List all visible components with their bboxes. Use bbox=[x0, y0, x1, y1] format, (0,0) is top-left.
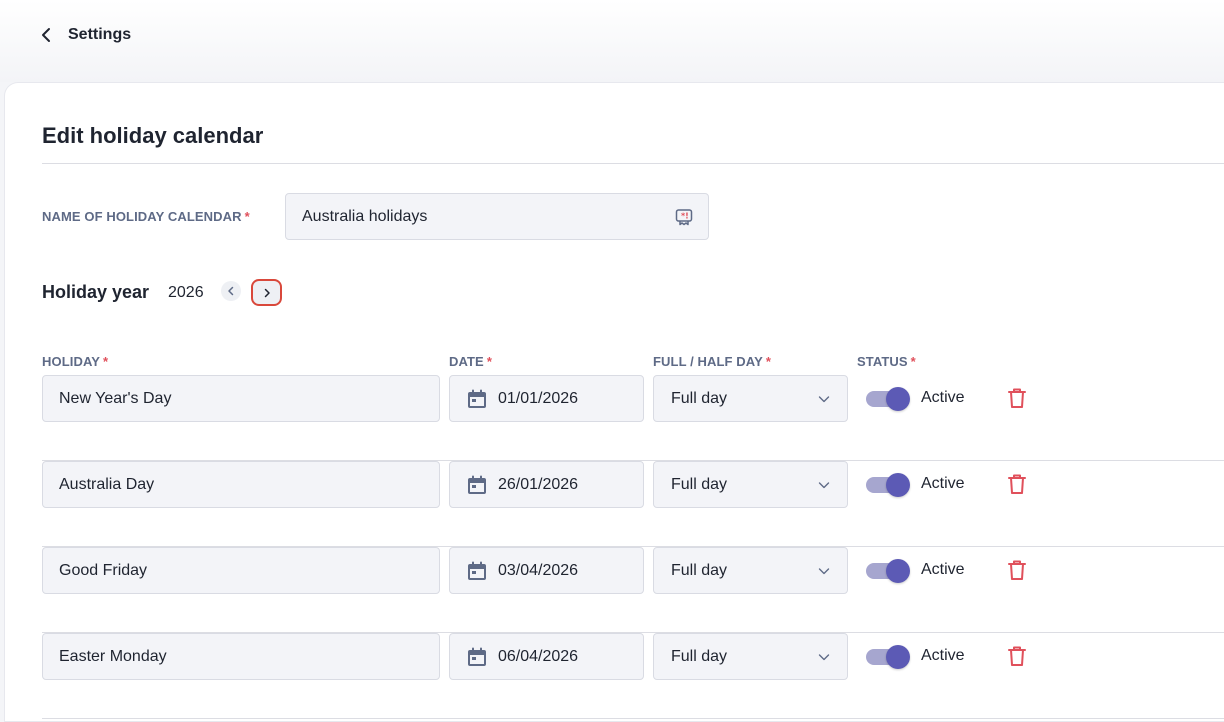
required-mark: * bbox=[910, 354, 916, 369]
status-toggle[interactable] bbox=[866, 387, 910, 411]
toggle-knob bbox=[886, 387, 910, 411]
holiday-name-input[interactable]: Australia Day bbox=[42, 461, 440, 508]
holiday-row: New Year's Day 01/01/2026 Full day Activ… bbox=[42, 375, 1224, 461]
status-toggle[interactable] bbox=[866, 645, 910, 669]
calendar-icon[interactable] bbox=[466, 560, 488, 582]
column-header-date-text: DATE bbox=[449, 354, 484, 369]
day-type-value: Full day bbox=[671, 475, 728, 493]
holiday-name-value: New Year's Day bbox=[59, 389, 172, 407]
toggle-knob bbox=[886, 559, 910, 583]
calendar-icon[interactable] bbox=[466, 388, 488, 410]
status-text: Active bbox=[921, 561, 965, 578]
holiday-row: Easter Monday 06/04/2026 Full day Active bbox=[42, 633, 1224, 719]
calendar-icon[interactable] bbox=[466, 474, 488, 496]
calendar-name-value: Australia holidays bbox=[302, 207, 428, 225]
top-bar: Settings bbox=[0, 0, 1224, 82]
chevron-down-icon bbox=[818, 395, 830, 402]
holiday-date-value: 01/01/2026 bbox=[498, 389, 579, 407]
toggle-knob bbox=[886, 473, 910, 497]
trash-icon[interactable] bbox=[1005, 644, 1029, 668]
column-header-type: FULL / HALF DAY * bbox=[653, 354, 771, 369]
holiday-date-input[interactable]: 01/01/2026 bbox=[449, 375, 644, 422]
column-header-status: STATUS * bbox=[857, 354, 916, 369]
holiday-row: Australia Day 26/01/2026 Full day Active bbox=[42, 461, 1224, 547]
calendar-name-input[interactable]: Australia holidays *! bbox=[285, 193, 709, 240]
day-type-select[interactable]: Full day bbox=[653, 375, 848, 422]
next-year-button[interactable] bbox=[251, 279, 282, 306]
back-to-settings-button[interactable]: Settings bbox=[36, 22, 131, 48]
column-header-holiday: HOLIDAY * bbox=[42, 354, 108, 369]
chevron-left-icon bbox=[42, 28, 50, 42]
holiday-date-input[interactable]: 26/01/2026 bbox=[449, 461, 644, 508]
svg-text:*!: *! bbox=[681, 211, 689, 220]
holiday-date-input[interactable]: 06/04/2026 bbox=[449, 633, 644, 680]
required-mark: * bbox=[486, 354, 492, 369]
calendar-name-label: NAME OF HOLIDAY CALENDAR * bbox=[42, 209, 250, 224]
calendar-icon[interactable] bbox=[466, 646, 488, 668]
page-title: Edit holiday calendar bbox=[42, 123, 264, 148]
row-divider bbox=[42, 718, 1224, 719]
chevron-right-icon bbox=[264, 288, 270, 297]
required-mark: * bbox=[244, 209, 250, 224]
status-text: Active bbox=[921, 475, 965, 492]
holiday-name-input[interactable]: Easter Monday bbox=[42, 633, 440, 680]
required-mark: * bbox=[103, 354, 109, 369]
edit-calendar-card: Edit holiday calendar NAME OF HOLIDAY CA… bbox=[4, 82, 1224, 722]
badge-icon[interactable]: *! bbox=[674, 207, 694, 227]
day-type-select[interactable]: Full day bbox=[653, 461, 848, 508]
holiday-date-value: 26/01/2026 bbox=[498, 475, 579, 493]
holiday-year-value: 2026 bbox=[168, 284, 204, 301]
back-label: Settings bbox=[68, 26, 132, 43]
holiday-name-value: Easter Monday bbox=[59, 647, 167, 665]
holiday-date-value: 03/04/2026 bbox=[498, 561, 579, 579]
column-header-type-text: FULL / HALF DAY bbox=[653, 354, 763, 369]
day-type-select[interactable]: Full day bbox=[653, 633, 848, 680]
holiday-year-title: Holiday year bbox=[42, 282, 150, 302]
holiday-name-input[interactable]: Good Friday bbox=[42, 547, 440, 594]
holiday-name-value: Australia Day bbox=[59, 475, 155, 493]
calendar-name-label-text: NAME OF HOLIDAY CALENDAR bbox=[42, 209, 242, 224]
chevron-left-icon bbox=[228, 286, 234, 296]
holiday-name-value: Good Friday bbox=[59, 561, 148, 579]
status-toggle[interactable] bbox=[866, 559, 910, 583]
day-type-value: Full day bbox=[671, 561, 728, 579]
day-type-value: Full day bbox=[671, 647, 728, 665]
title-divider bbox=[42, 163, 1224, 164]
status-text: Active bbox=[921, 647, 965, 664]
day-type-select[interactable]: Full day bbox=[653, 547, 848, 594]
chevron-down-icon bbox=[818, 567, 830, 574]
previous-year-button[interactable] bbox=[221, 281, 241, 301]
trash-icon[interactable] bbox=[1005, 558, 1029, 582]
required-mark: * bbox=[765, 354, 772, 369]
holiday-date-input[interactable]: 03/04/2026 bbox=[449, 547, 644, 594]
trash-icon[interactable] bbox=[1005, 386, 1029, 410]
trash-icon[interactable] bbox=[1005, 472, 1029, 496]
column-header-holiday-text: HOLIDAY bbox=[42, 354, 101, 369]
holiday-row: Good Friday 03/04/2026 Full day Active bbox=[42, 547, 1224, 633]
status-toggle[interactable] bbox=[866, 473, 910, 497]
status-text: Active bbox=[921, 389, 965, 406]
column-header-date: DATE * bbox=[449, 354, 492, 369]
chevron-down-icon bbox=[818, 481, 830, 488]
column-header-status-text: STATUS bbox=[857, 354, 908, 369]
toggle-knob bbox=[886, 645, 910, 669]
holiday-date-value: 06/04/2026 bbox=[498, 647, 579, 665]
chevron-down-icon bbox=[818, 653, 830, 660]
day-type-value: Full day bbox=[671, 389, 728, 407]
holiday-name-input[interactable]: New Year's Day bbox=[42, 375, 440, 422]
